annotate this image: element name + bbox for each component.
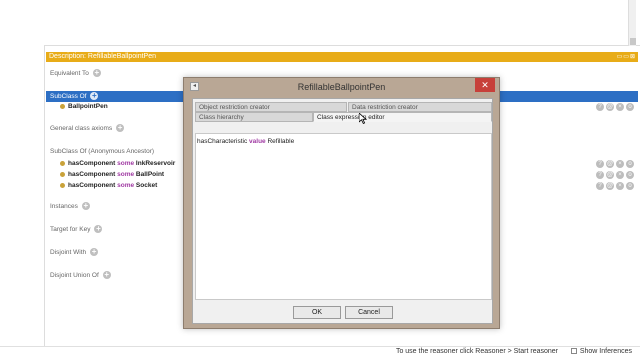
section-label: Target for Key — [50, 226, 91, 233]
annotate-icon[interactable]: @ — [606, 171, 614, 179]
section-label: Disjoint Union Of — [50, 272, 99, 279]
class-icon — [60, 171, 65, 177]
add-instance-icon[interactable]: + — [81, 202, 90, 211]
section-label: SubClass Of (Anonymous Ancestor) — [50, 148, 155, 155]
section-general-class-axioms: General class axioms + — [50, 123, 125, 135]
dialog-body: Object restriction creator Data restrict… — [192, 98, 493, 324]
ontology-view-top-panel — [44, 0, 640, 46]
class-name: BallpointPen — [68, 103, 108, 110]
show-inferences-toggle[interactable]: Show Inferences — [570, 348, 632, 355]
keyword: some — [117, 160, 135, 167]
property-name: hasComponent — [68, 160, 116, 167]
add-key-icon[interactable]: + — [94, 225, 103, 234]
filler-value: Refillable — [267, 138, 295, 145]
section-label: Equivalent To — [50, 70, 89, 77]
annotate-icon[interactable]: @ — [606, 103, 614, 111]
edit-icon[interactable]: o — [626, 160, 634, 168]
add-axiom-icon[interactable]: + — [116, 124, 125, 133]
close-button[interactable]: ✕ — [475, 78, 495, 92]
section-target-for-key: Target for Key + — [50, 224, 103, 236]
dialog-title: RefillableBallpointPen — [297, 82, 386, 92]
section-label: SubClass Of — [50, 93, 87, 100]
description-header: Description: RefillableBallpointPen ▭▭⊠ — [46, 52, 638, 62]
keyword: some — [117, 182, 135, 189]
add-subclass-icon[interactable]: + — [90, 92, 99, 101]
keyword: some — [117, 171, 135, 178]
row-actions: ? @ × o — [594, 171, 634, 181]
edit-icon[interactable]: o — [626, 182, 634, 190]
property-name: hasComponent — [68, 182, 116, 189]
property-name: hasCharacteristic — [197, 138, 248, 145]
annotate-icon[interactable]: @ — [606, 182, 614, 190]
class-expression-dialog: ◂ RefillableBallpointPen ✕ Object restri… — [183, 77, 500, 329]
scrollbar-thumb[interactable] — [630, 38, 636, 45]
mouse-cursor-icon — [359, 113, 367, 125]
tab-class-expression-editor[interactable]: Class expression editor — [313, 112, 492, 122]
cancel-button[interactable]: Cancel — [345, 306, 393, 319]
class-expression-input[interactable]: hasCharacteristic value Refillable — [195, 133, 492, 300]
description-title: Description: RefillableBallpointPen — [49, 53, 157, 60]
add-disjoint-icon[interactable]: + — [90, 248, 99, 257]
edit-icon[interactable]: o — [626, 171, 634, 179]
section-disjoint-union-of: Disjoint Union Of + — [50, 270, 111, 282]
section-label: Disjoint With — [50, 249, 87, 256]
view-controls-icon[interactable]: ▭▭⊠ — [617, 54, 636, 60]
add-disjoint-union-icon[interactable]: + — [102, 271, 111, 280]
reasoner-hint: To use the reasoner click Reasoner > Sta… — [395, 348, 558, 355]
section-equivalent-to: Equivalent To + — [50, 68, 101, 80]
row-actions: ? @ × o — [594, 160, 634, 170]
list-item[interactable]: hasComponent some InkReservoir — [60, 159, 175, 169]
list-item-superclass[interactable]: BallpointPen — [60, 102, 108, 112]
class-icon — [60, 182, 65, 188]
list-item[interactable]: hasComponent some Socket — [60, 181, 157, 191]
delete-icon[interactable]: × — [616, 182, 624, 190]
filler-class: Socket — [135, 182, 158, 189]
section-instances: Instances + — [50, 201, 90, 213]
section-label: General class axioms — [50, 125, 113, 132]
tab-data-restriction[interactable]: Data restriction creator — [348, 102, 492, 112]
section-disjoint-with: Disjoint With + — [50, 247, 99, 259]
filler-class: BallPoint — [135, 171, 165, 178]
tab-class-hierarchy[interactable]: Class hierarchy — [195, 112, 313, 122]
keyword: value — [249, 138, 266, 145]
annotate-icon[interactable]: @ — [606, 160, 614, 168]
show-inferences-label: Show Inferences — [579, 348, 632, 355]
add-equivalent-icon[interactable]: + — [92, 69, 101, 78]
row-actions: ? @ × o — [594, 182, 634, 192]
delete-icon[interactable]: × — [616, 103, 624, 111]
explain-icon[interactable]: ? — [596, 171, 604, 179]
row-actions: ? @ × o — [594, 103, 634, 113]
explain-icon[interactable]: ? — [596, 182, 604, 190]
delete-icon[interactable]: × — [616, 171, 624, 179]
panel-divider — [44, 46, 45, 346]
section-subclass-anonymous: SubClass Of (Anonymous Ancestor) — [50, 146, 154, 158]
class-icon — [60, 160, 65, 166]
delete-icon[interactable]: × — [616, 160, 624, 168]
explain-icon[interactable]: ? — [596, 160, 604, 168]
ok-button[interactable]: OK — [293, 306, 341, 319]
checkbox[interactable] — [570, 348, 577, 355]
property-name: hasComponent — [68, 171, 116, 178]
filler-class: InkReservoir — [135, 160, 176, 167]
edit-icon[interactable]: o — [626, 103, 634, 111]
vertical-scrollbar[interactable] — [628, 0, 636, 46]
tab-object-restriction[interactable]: Object restriction creator — [195, 102, 347, 112]
list-item[interactable]: hasComponent some BallPoint — [60, 170, 164, 180]
class-icon — [60, 103, 65, 109]
section-label: Instances — [50, 203, 78, 210]
explain-icon[interactable]: ? — [596, 103, 604, 111]
